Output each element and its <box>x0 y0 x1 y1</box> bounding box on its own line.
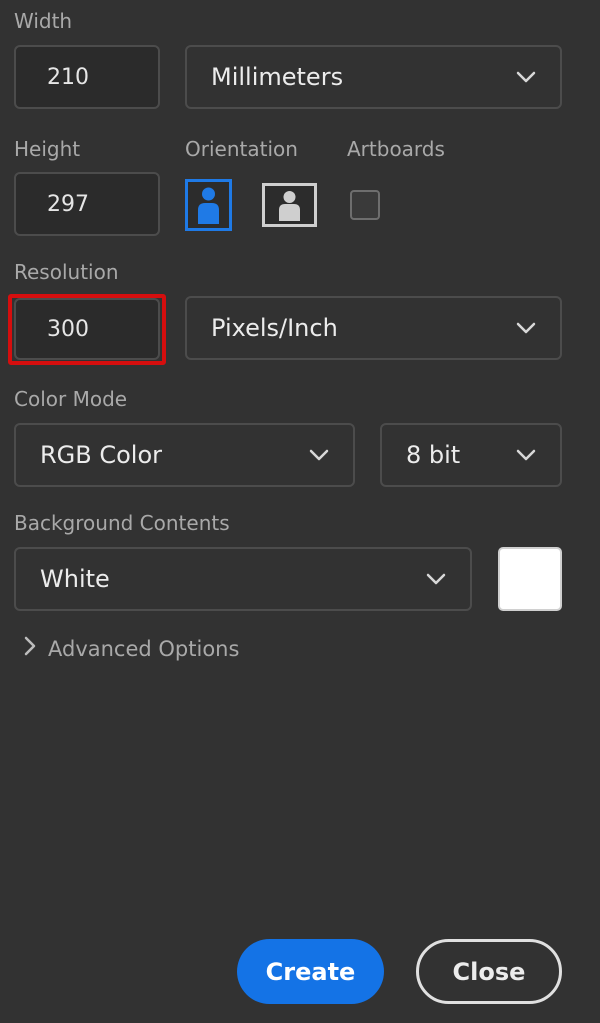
bit-depth-value: 8 bit <box>406 441 461 469</box>
orientation-label: Orientation <box>185 137 298 161</box>
close-button[interactable]: Close <box>416 939 562 1004</box>
chevron-down-icon <box>309 445 329 465</box>
color-mode-select[interactable]: RGB Color <box>14 423 355 487</box>
resolution-unit-select[interactable]: Pixels/Inch <box>185 296 562 360</box>
chevron-right-icon <box>24 636 36 661</box>
width-unit-value: Millimeters <box>211 63 344 91</box>
portrait-icon <box>185 179 232 231</box>
create-button[interactable]: Create <box>237 939 384 1004</box>
width-input[interactable]: 210 <box>14 45 160 109</box>
landscape-icon <box>262 183 317 227</box>
advanced-options-label: Advanced Options <box>48 636 240 661</box>
background-contents-label: Background Contents <box>14 511 230 535</box>
chevron-down-icon <box>516 445 536 465</box>
height-value: 297 <box>47 191 89 217</box>
width-unit-select[interactable]: Millimeters <box>185 45 562 109</box>
artboards-checkbox[interactable] <box>350 190 380 220</box>
advanced-options-toggle[interactable]: Advanced Options <box>24 636 239 661</box>
resolution-unit-value: Pixels/Inch <box>211 314 338 342</box>
resolution-label: Resolution <box>14 260 119 284</box>
background-color-swatch[interactable] <box>498 547 562 611</box>
height-label: Height <box>14 137 81 161</box>
chevron-down-icon <box>516 67 536 87</box>
resolution-highlight <box>8 294 166 365</box>
width-label: Width <box>14 9 73 33</box>
chevron-down-icon <box>426 569 446 589</box>
background-contents-value: White <box>40 565 110 593</box>
width-value: 210 <box>47 64 89 90</box>
artboards-label: Artboards <box>347 137 445 161</box>
portrait-orientation-button[interactable] <box>185 179 232 231</box>
chevron-down-icon <box>516 318 536 338</box>
bit-depth-select[interactable]: 8 bit <box>380 423 562 487</box>
height-input[interactable]: 297 <box>14 172 160 236</box>
background-contents-select[interactable]: White <box>14 547 472 611</box>
color-mode-value: RGB Color <box>40 441 163 469</box>
color-mode-label: Color Mode <box>14 387 128 411</box>
landscape-orientation-button[interactable] <box>262 183 317 227</box>
